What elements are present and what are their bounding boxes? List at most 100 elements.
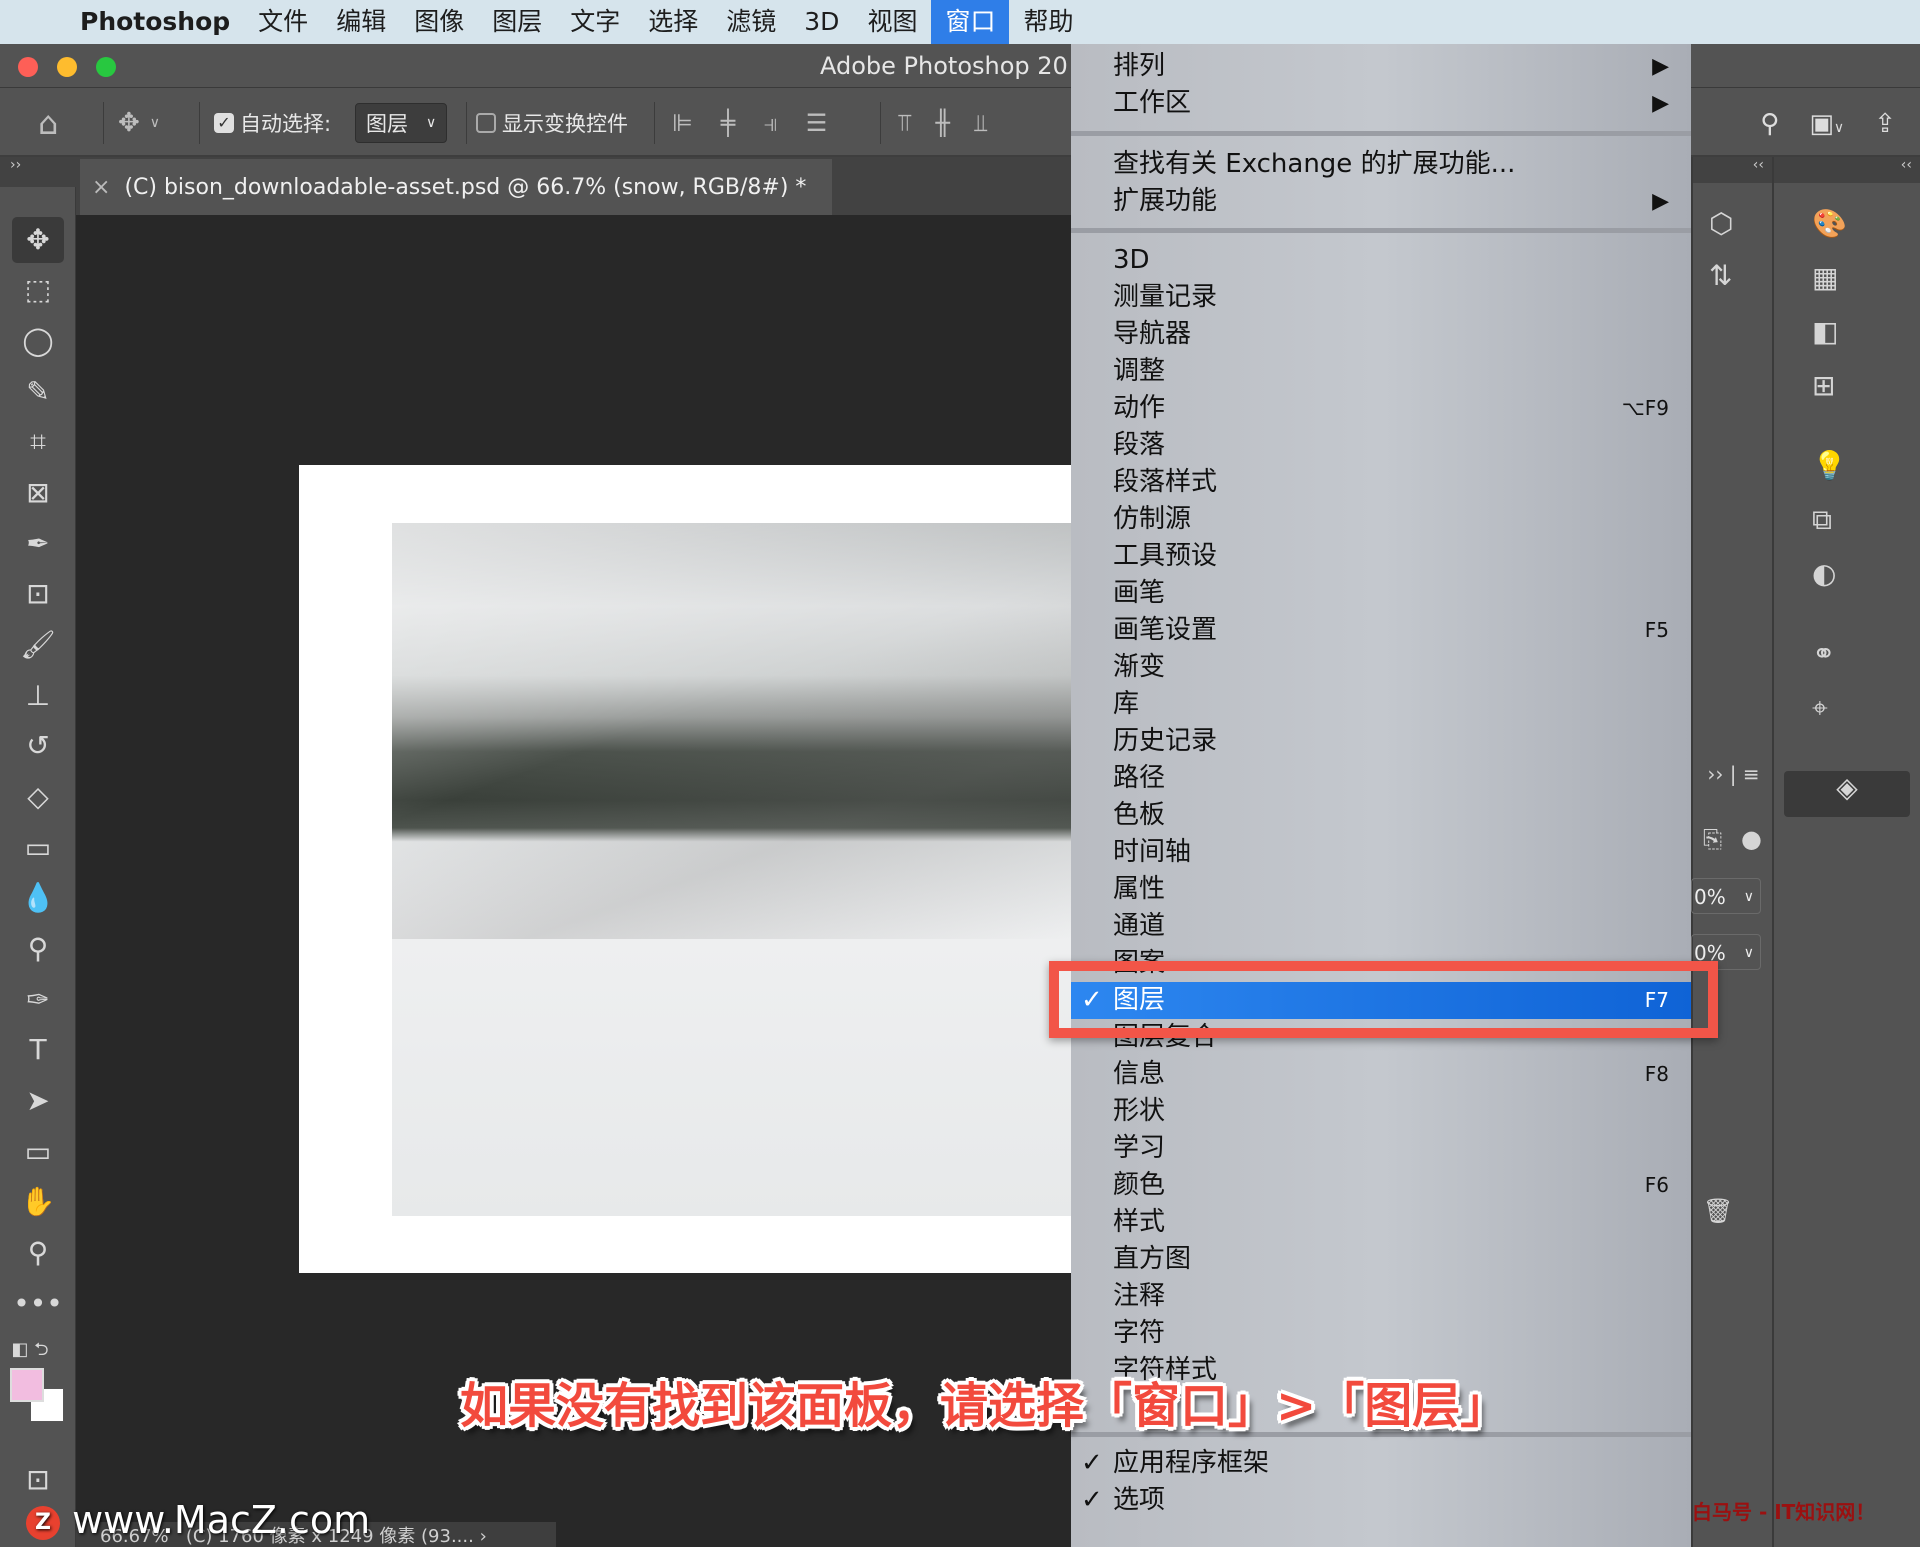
menu-item-group3-24[interactable]: 学习 (1071, 1130, 1691, 1167)
menu-item-group3-8[interactable]: 工具预设 (1071, 538, 1691, 575)
align-middle-icon[interactable]: ╫ (936, 109, 950, 137)
toggle-icon[interactable]: ● (1741, 825, 1762, 853)
align-buttons[interactable]: ⊫ ╪ ⫣ ☰ (672, 88, 827, 157)
align-vertical-buttons[interactable]: ⫪ ╫ ⫫ (898, 88, 988, 157)
blur-tool-icon[interactable]: 💧 (12, 875, 64, 921)
lasso-tool-icon[interactable]: ◯ (12, 318, 64, 364)
menu-help[interactable]: 帮助 (1009, 0, 1087, 44)
align-left-icon[interactable]: ⊫ (672, 109, 693, 137)
close-tab-icon[interactable]: × (92, 175, 110, 200)
learn-icon[interactable]: 💡 (1812, 449, 1847, 482)
menu-item-group3-7[interactable]: 仿制源 (1071, 501, 1691, 538)
path-select-tool-icon[interactable]: ➤ (12, 1078, 64, 1124)
menu-3d[interactable]: 3D (790, 0, 853, 44)
zoom-window-button[interactable] (96, 57, 116, 77)
menu-item-group3-5[interactable]: 段落 (1071, 427, 1691, 464)
menu-item-group3-16[interactable]: 时间轴 (1071, 834, 1691, 871)
menu-image[interactable]: 图像 (400, 0, 478, 44)
menu-item-group3-13[interactable]: 历史记录 (1071, 723, 1691, 760)
eyedropper-tool-icon[interactable]: ✒ (12, 521, 64, 567)
gradient-tool-icon[interactable]: ▭ (12, 825, 64, 871)
rectangle-tool-icon[interactable]: ▭ (12, 1129, 64, 1175)
home-icon[interactable]: ⌂ (38, 88, 58, 157)
crop-tool-icon[interactable]: ⌗ (12, 419, 64, 465)
dodge-tool-icon[interactable]: ⚲ (12, 926, 64, 972)
more-tools-icon[interactable]: ••• (12, 1281, 64, 1327)
menu-item-group3-6[interactable]: 段落样式 (1071, 464, 1691, 501)
new-document-icon[interactable]: ⎘ (1703, 825, 1722, 853)
3d-panel-icon[interactable]: ⬡ (1709, 207, 1733, 240)
menu-item-group3-15[interactable]: 色板 (1071, 797, 1691, 834)
pen-tool-icon[interactable]: ✑ (12, 977, 64, 1023)
menu-app[interactable]: Photoshop (66, 0, 244, 44)
close-window-button[interactable] (18, 57, 38, 77)
menu-item-group3-2[interactable]: 导航器 (1071, 316, 1691, 353)
type-tool-icon[interactable]: T (12, 1027, 64, 1073)
menu-item-group3-22[interactable]: 信息 F8 (1071, 1056, 1691, 1093)
menu-type[interactable]: 文字 (556, 0, 634, 44)
history-brush-tool-icon[interactable]: ↺ (12, 723, 64, 769)
adjustments-icon[interactable]: ◐ (1812, 557, 1836, 590)
show-transform-checkbox[interactable]: 显示变换控件 (476, 88, 628, 157)
menu-window[interactable]: 窗口 (931, 0, 1010, 44)
menu-view[interactable]: 视图 (853, 0, 931, 44)
menu-item-group3-0[interactable]: 3D (1071, 242, 1691, 279)
eraser-tool-icon[interactable]: ◇ (12, 774, 64, 820)
menu-item-group3-23[interactable]: 形状 (1071, 1093, 1691, 1130)
move-tool-icon[interactable]: ✥ ∨ (118, 88, 160, 157)
menu-item-group3-1[interactable]: 测量记录 (1071, 279, 1691, 316)
channels-icon[interactable]: ⚭ (1812, 637, 1835, 670)
apple-icon[interactable] (0, 0, 66, 44)
zoom-tool-icon[interactable]: ⚲ (12, 1230, 64, 1276)
toolbar-collapse[interactable]: ›› (0, 157, 76, 187)
distribute-icon[interactable]: ☰ (806, 109, 828, 137)
menu-item-group4-0[interactable]: ✓ 应用程序框架 (1071, 1445, 1691, 1482)
stamp-tool-icon[interactable]: ⊥ (12, 673, 64, 719)
menu-item-group3-10[interactable]: 画笔设置 F5 (1071, 612, 1691, 649)
menu-item-group3-18[interactable]: 通道 (1071, 908, 1691, 945)
trash-icon[interactable]: 🗑 (1703, 1197, 1733, 1225)
menu-layer[interactable]: 图层 (478, 0, 556, 44)
menu-item-group2-0[interactable]: 查找有关 Exchange 的扩展功能... (1071, 146, 1691, 183)
menu-item-group3-27[interactable]: 直方图 (1071, 1241, 1691, 1278)
auto-select-target-dropdown[interactable]: 图层 ∨ (355, 88, 448, 157)
menu-item-group3-9[interactable]: 画笔 (1071, 575, 1691, 612)
marquee-tool-icon[interactable]: ⬚ (12, 267, 64, 313)
swap-colors-icon[interactable]: ◧ ⮌ (4, 1327, 56, 1373)
gradients-icon[interactable]: ◧ (1812, 315, 1838, 348)
menu-file[interactable]: 文件 (244, 0, 322, 44)
patterns-icon[interactable]: ⊞ (1812, 369, 1835, 402)
menu-item-group3-29[interactable]: 字符 (1071, 1315, 1691, 1352)
menu-item-group4-1[interactable]: ✓ 选项 (1071, 1482, 1691, 1519)
menu-filter[interactable]: 滤镜 (712, 0, 790, 44)
menu-item-group2-1[interactable]: 扩展功能 ▶ (1071, 183, 1691, 220)
auto-select-checkbox[interactable]: ✓ 自动选择: (214, 88, 331, 157)
search-icon[interactable]: ⚲ (1760, 109, 1779, 139)
color-palette-icon[interactable]: 🎨 (1812, 207, 1847, 240)
menu-item-group3-26[interactable]: 样式 (1071, 1204, 1691, 1241)
menu-item-group3-4[interactable]: 动作 ⌥F9 (1071, 390, 1691, 427)
frame-tool-icon[interactable]: ⊠ (12, 470, 64, 516)
hand-tool-icon[interactable]: ✋ (12, 1179, 64, 1225)
menu-item-group3-11[interactable]: 渐变 (1071, 649, 1691, 686)
menu-item-group3-12[interactable]: 库 (1071, 686, 1691, 723)
share-icon[interactable]: ⇪ (1874, 109, 1896, 139)
align-bottom-icon[interactable]: ⫫ (974, 109, 988, 137)
move-tool-icon[interactable]: ✥ (12, 217, 64, 263)
collapse-dock-icon[interactable]: ‹‹ (1693, 157, 1772, 183)
layers-panel-icon[interactable]: ◈ (1784, 771, 1910, 817)
chevron-down-icon[interactable]: ∨ (1744, 935, 1754, 971)
swatches-icon[interactable]: ▦ (1812, 261, 1838, 294)
opacity-field[interactable]: 0% ∨ (1691, 878, 1761, 914)
paths-icon[interactable]: ⌖ (1812, 691, 1828, 725)
align-top-icon[interactable]: ⫪ (898, 109, 912, 137)
panel-expand-menu[interactable]: ›› | ≡ (1693, 762, 1774, 786)
chevron-down-icon[interactable]: ∨ (1744, 879, 1754, 915)
menu-item-group3-3[interactable]: 调整 (1071, 353, 1691, 390)
menu-item-group3-25[interactable]: 颜色 F6 (1071, 1167, 1691, 1204)
menu-select[interactable]: 选择 (634, 0, 712, 44)
foreground-color-swatch-top[interactable] (10, 1368, 44, 1402)
brush-tool-icon[interactable]: 🖌 (12, 622, 64, 668)
menu-edit[interactable]: 编辑 (322, 0, 400, 44)
collapse-dock-icon[interactable]: ‹‹ (1774, 157, 1920, 183)
